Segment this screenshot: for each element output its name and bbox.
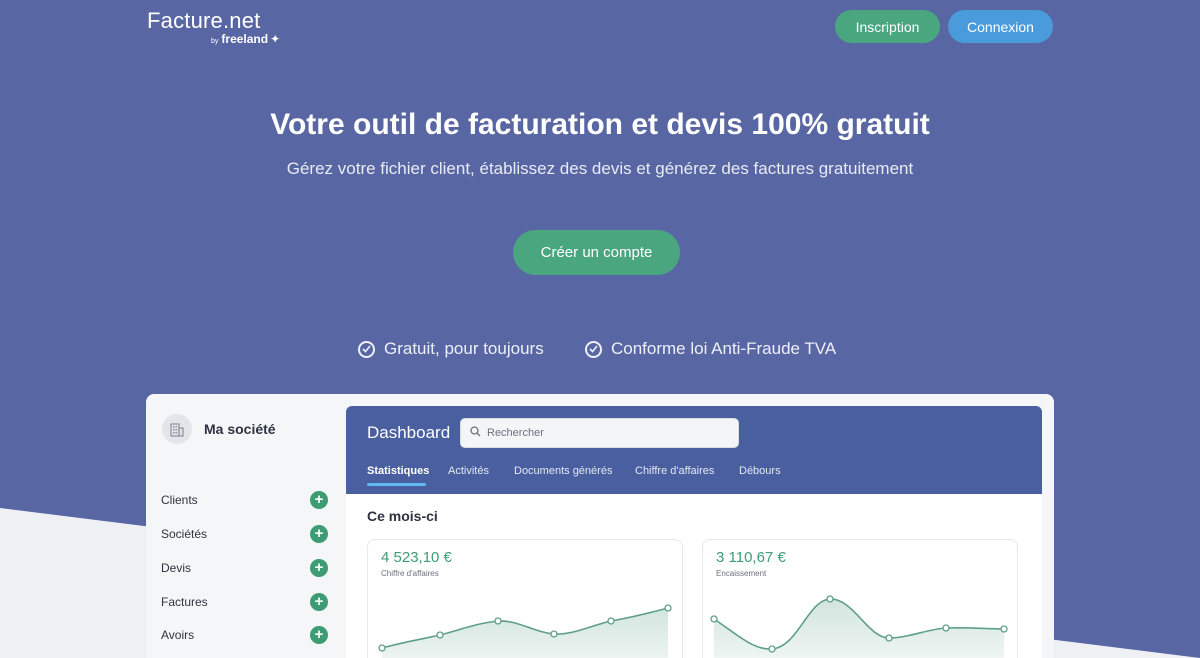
sidebar-item-label: Devis (161, 561, 192, 575)
tab-bar: Statistiques Activités Documents générés… (346, 465, 1042, 487)
section-title: Ce mois-ci (367, 508, 438, 524)
sidebar-item-label: Factures (161, 595, 208, 609)
feature-item: Conforme loi Anti-Fraude TVA (585, 339, 836, 359)
plus-icon[interactable]: + (310, 491, 328, 509)
revenue-sparkline (378, 604, 672, 658)
app-preview: Ma société Clients + Sociétés + Devis + … (146, 394, 1054, 658)
company-selector[interactable]: Ma société (162, 414, 276, 444)
logo-subtext: by freeland ✦ (211, 32, 280, 46)
search-icon (470, 424, 481, 442)
logo-by: by (211, 38, 219, 45)
active-tab-indicator (367, 483, 426, 486)
dashboard-header: Dashboard Statistiques Activités Documen… (346, 406, 1042, 494)
sidebar-item-label: Avoirs (161, 628, 195, 642)
sidebar-item-avoirs[interactable]: Avoirs + (161, 624, 328, 646)
cash-in-sparkline (710, 595, 1008, 658)
tab-activites[interactable]: Activités (448, 465, 489, 477)
building-icon (162, 414, 192, 444)
plus-icon[interactable]: + (310, 593, 328, 611)
sidebar-item-clients[interactable]: Clients + (161, 489, 328, 511)
sidebar-item-factures[interactable]: Factures + (161, 591, 328, 613)
sidebar: Ma société Clients + Sociétés + Devis + … (146, 394, 346, 658)
login-button[interactable]: Connexion (948, 10, 1053, 43)
search-input[interactable] (487, 427, 717, 439)
logo-main-text: Facture.net (147, 8, 261, 33)
logo-brand: freeland (221, 32, 269, 46)
feature-label: Gratuit, pour toujours (384, 339, 544, 358)
tab-statistiques[interactable]: Statistiques (367, 465, 429, 477)
check-circle-icon (358, 340, 375, 358)
tab-documents-generes[interactable]: Documents générés (514, 465, 612, 477)
plus-icon[interactable]: + (310, 626, 328, 644)
revenue-card: 4 523,10 € Chiffre d'affaires (367, 539, 683, 658)
dashboard-panel: Dashboard Statistiques Activités Documen… (346, 406, 1042, 658)
company-name: Ma société (204, 421, 276, 437)
signup-button[interactable]: Inscription (835, 10, 940, 43)
sidebar-item-label: Sociétés (161, 527, 208, 541)
plus-icon[interactable]: + (310, 559, 328, 577)
feature-list: Gratuit, pour toujours Conforme loi Anti… (0, 339, 1200, 363)
logo[interactable]: Facture.net by freeland ✦ (147, 8, 280, 46)
search-box[interactable] (460, 418, 739, 448)
feature-label: Conforme loi Anti-Fraude TVA (611, 339, 837, 358)
tab-chiffre-affaires[interactable]: Chiffre d'affaires (635, 465, 714, 477)
dashboard-title: Dashboard (367, 423, 451, 442)
feature-item: Gratuit, pour toujours (358, 339, 544, 359)
sidebar-item-devis[interactable]: Devis + (161, 557, 328, 579)
plus-icon[interactable]: + (310, 525, 328, 543)
butterfly-icon: ✦ (270, 32, 281, 46)
cash-in-card: 3 110,67 € Encaissement (702, 539, 1018, 658)
sidebar-item-label: Clients (161, 493, 198, 507)
hero-title: Votre outil de facturation et devis 100%… (270, 108, 930, 141)
create-account-button[interactable]: Créer un compte (513, 230, 680, 275)
tab-debours[interactable]: Débours (739, 465, 781, 477)
hero-subtitle: Gérez votre fichier client, établissez d… (286, 159, 914, 178)
sidebar-item-societes[interactable]: Sociétés + (161, 523, 328, 545)
check-circle-icon (585, 340, 602, 358)
